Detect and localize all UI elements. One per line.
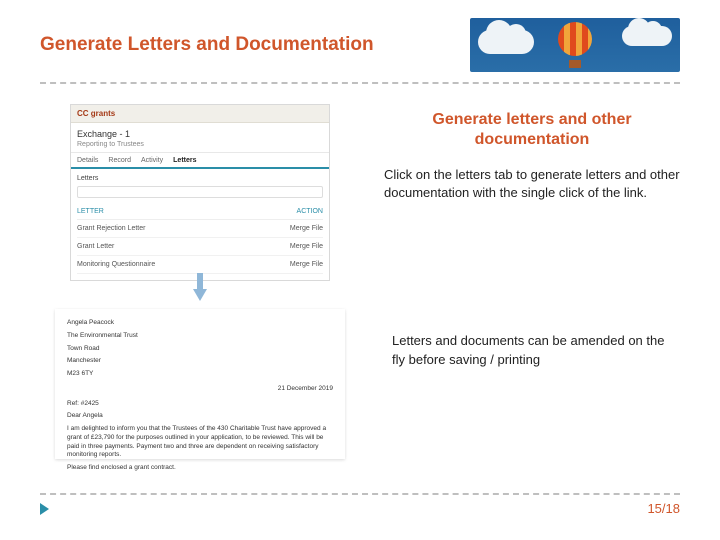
divider <box>40 493 680 495</box>
table-row: Monitoring Questionnaire Merge File <box>77 256 323 274</box>
app-brand: CC grants <box>77 109 115 118</box>
cloud-icon <box>622 26 672 46</box>
letter-date: 21 December 2019 <box>67 385 333 394</box>
tab-details[interactable]: Details <box>77 157 98 167</box>
row-name: Grant Letter <box>77 243 114 250</box>
page-title: Generate Letters and Documentation <box>40 34 374 56</box>
balloon-icon <box>558 22 592 68</box>
app-heading: Exchange - 1 <box>77 129 323 139</box>
letter-body: I am delighted to inform you that the Tr… <box>67 425 333 460</box>
tab-letters[interactable]: Letters <box>173 157 196 169</box>
letter-close: Please find enclosed a grant contract. <box>67 464 333 473</box>
tab-activity[interactable]: Activity <box>141 157 163 167</box>
page-number: 15/18 <box>647 501 680 516</box>
row-name: Monitoring Questionnaire <box>77 261 155 268</box>
tab-record[interactable]: Record <box>108 157 131 167</box>
row-action[interactable]: Merge File <box>290 225 323 232</box>
section-para: Letters and documents can be amended on … <box>384 332 680 368</box>
col-action: ACTION <box>297 208 323 215</box>
divider <box>40 82 680 84</box>
letter-addr: Town Road <box>67 345 333 354</box>
app-subheading: Reporting to Trustees <box>77 141 323 148</box>
letter-addr: Angela Peacock <box>67 319 333 328</box>
letter-addr: M23 6TY <box>67 370 333 379</box>
play-icon[interactable] <box>40 503 49 515</box>
letter-addr: The Environmental Trust <box>67 332 333 341</box>
letters-label: Letters <box>77 175 323 182</box>
col-letter: LETTER <box>77 208 104 215</box>
tab-bar: Details Record Activity Letters <box>71 153 329 169</box>
arrow-down-icon <box>193 289 207 301</box>
row-name: Grant Rejection Letter <box>77 225 145 232</box>
app-screenshot: CC grants Exchange - 1 Reporting to Trus… <box>70 104 330 281</box>
letter-preview: Angela Peacock The Environmental Trust T… <box>55 309 345 459</box>
table-header: LETTER ACTION <box>77 204 323 220</box>
hero-image <box>470 18 680 72</box>
table-row: Grant Rejection Letter Merge File <box>77 220 323 238</box>
letter-addr: Manchester <box>67 357 333 366</box>
table-row: Grant Letter Merge File <box>77 238 323 256</box>
row-action[interactable]: Merge File <box>290 261 323 268</box>
letter-greeting: Dear Angela <box>67 412 333 421</box>
section-para: Click on the letters tab to generate let… <box>384 166 680 202</box>
cloud-icon <box>478 30 534 54</box>
letter-ref: Ref: #2425 <box>67 400 333 409</box>
template-select[interactable] <box>77 186 323 198</box>
section-heading: Generate letters and other documentation <box>384 110 680 150</box>
row-action[interactable]: Merge File <box>290 243 323 250</box>
